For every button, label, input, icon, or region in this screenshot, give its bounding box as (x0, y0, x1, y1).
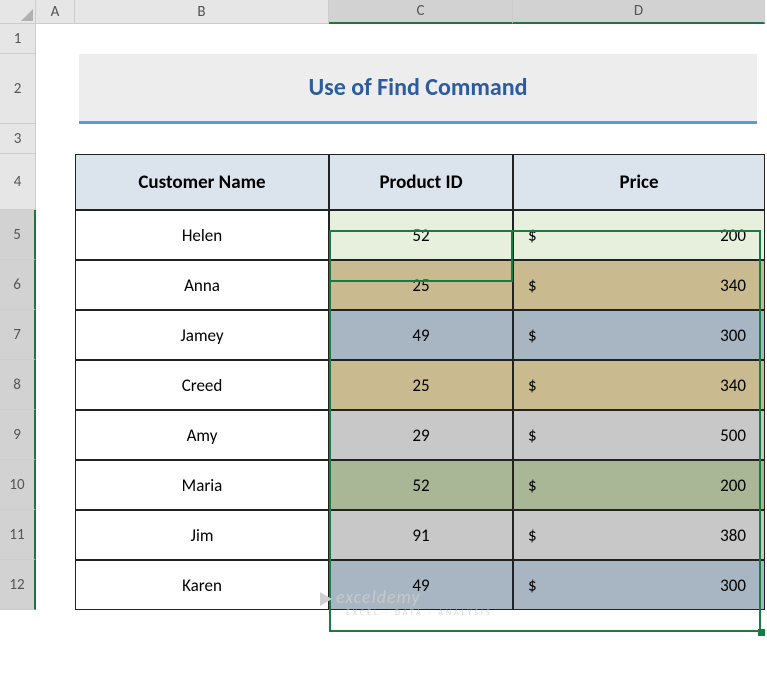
cell-A7[interactable] (36, 310, 75, 360)
currency-label: $ (528, 475, 537, 496)
table-row[interactable]: Amy (75, 410, 329, 460)
cell-B1[interactable] (75, 24, 329, 54)
col-header-D[interactable]: D (513, 0, 765, 24)
table-row[interactable]: Anna (75, 260, 329, 310)
price-value: 500 (720, 425, 746, 446)
currency-label: $ (528, 525, 537, 546)
table-row[interactable]: $380 (513, 510, 765, 560)
spreadsheet-grid: A B C D 1 2 Use of Find Command 3 4 Cust… (0, 0, 767, 610)
table-row[interactable]: 52 (329, 460, 513, 510)
cell-C1[interactable] (329, 24, 513, 54)
cell-A5[interactable] (36, 210, 75, 260)
fill-handle[interactable] (758, 629, 765, 636)
price-value: 380 (720, 525, 746, 546)
table-row[interactable]: Creed (75, 360, 329, 410)
cell-A12[interactable] (36, 560, 75, 610)
row-header-11[interactable]: 11 (0, 510, 36, 560)
price-value: 340 (720, 275, 746, 296)
select-all-corner[interactable] (0, 0, 36, 24)
cell-A10[interactable] (36, 460, 75, 510)
price-value: 340 (720, 375, 746, 396)
table-row[interactable]: Karen (75, 560, 329, 610)
currency-label: $ (528, 575, 537, 596)
price-value: 200 (720, 225, 746, 246)
table-row[interactable]: Jamey (75, 310, 329, 360)
cell-A1[interactable] (36, 24, 75, 54)
table-row[interactable]: 52 (329, 210, 513, 260)
currency-label: $ (528, 225, 537, 246)
table-row[interactable]: Jim (75, 510, 329, 560)
col-header-B[interactable]: B (75, 0, 329, 24)
table-row[interactable]: Helen (75, 210, 329, 260)
row-header-3[interactable]: 3 (0, 124, 36, 154)
table-row[interactable]: 25 (329, 360, 513, 410)
table-row[interactable]: $500 (513, 410, 765, 460)
table-row[interactable]: 49 (329, 310, 513, 360)
table-header-price[interactable]: Price (513, 154, 765, 210)
col-header-C[interactable]: C (329, 0, 513, 24)
table-row[interactable]: $300 (513, 560, 765, 610)
table-row[interactable]: $200 (513, 210, 765, 260)
row-header-4[interactable]: 4 (0, 154, 36, 210)
cell-A6[interactable] (36, 260, 75, 310)
col-header-A[interactable]: A (36, 0, 75, 24)
currency-label: $ (528, 375, 537, 396)
cell-A8[interactable] (36, 360, 75, 410)
table-row[interactable]: $340 (513, 360, 765, 410)
table-row[interactable]: Maria (75, 460, 329, 510)
price-value: 300 (720, 575, 746, 596)
page-title[interactable]: Use of Find Command (79, 54, 757, 124)
cell-D1[interactable] (513, 24, 765, 54)
row-header-2[interactable]: 2 (0, 54, 36, 124)
table-row[interactable]: $340 (513, 260, 765, 310)
row-header-6[interactable]: 6 (0, 260, 36, 310)
cell-A9[interactable] (36, 410, 75, 460)
row-header-8[interactable]: 8 (0, 360, 36, 410)
table-row[interactable]: $300 (513, 310, 765, 360)
table-row[interactable]: 91 (329, 510, 513, 560)
row-header-1[interactable]: 1 (0, 24, 36, 54)
table-row[interactable]: 29 (329, 410, 513, 460)
table-header-pid[interactable]: Product ID (329, 154, 513, 210)
cell-A2[interactable] (36, 54, 75, 124)
row-header-7[interactable]: 7 (0, 310, 36, 360)
price-value: 300 (720, 325, 746, 346)
currency-label: $ (528, 425, 537, 446)
table-row[interactable]: 49 (329, 560, 513, 610)
row-header-10[interactable]: 10 (0, 460, 36, 510)
cell-C3[interactable] (329, 124, 513, 154)
currency-label: $ (528, 275, 537, 296)
currency-label: $ (528, 325, 537, 346)
row-header-12[interactable]: 12 (0, 560, 36, 610)
table-row[interactable]: $200 (513, 460, 765, 510)
row-header-9[interactable]: 9 (0, 410, 36, 460)
table-row[interactable]: 25 (329, 260, 513, 310)
cell-A3[interactable] (36, 124, 75, 154)
cell-B3[interactable] (75, 124, 329, 154)
table-header-name[interactable]: Customer Name (75, 154, 329, 210)
cell-A4[interactable] (36, 154, 75, 210)
cell-A11[interactable] (36, 510, 75, 560)
row-header-5[interactable]: 5 (0, 210, 36, 260)
price-value: 200 (720, 475, 746, 496)
cell-D3[interactable] (513, 124, 765, 154)
